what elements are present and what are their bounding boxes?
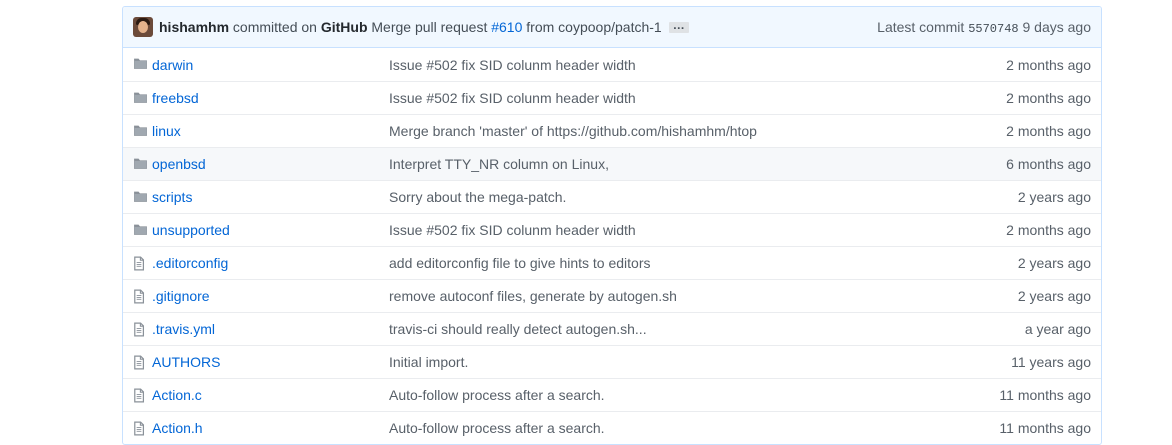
commit-message-link[interactable]: Merge branch 'master' of https://github.… [389,123,757,139]
commit-message-link[interactable]: travis-ci should really detect autogen.s… [389,321,647,337]
commit-age: 2 months ago [1006,56,1091,73]
commit-age: 6 months ago [1006,156,1091,172]
folder-icon [133,124,149,138]
folder-link[interactable]: scripts [152,189,192,205]
file-link[interactable]: AUTHORS [152,354,220,370]
commit-message-link[interactable]: Auto-follow process after a search. [389,387,605,403]
commit-age: 11 months ago [999,387,1091,403]
file-link[interactable]: .editorconfig [152,255,228,271]
file-row[interactable]: AUTHORS Initial import. 11 years ago [123,345,1101,378]
commit-age: 11 months ago [999,420,1091,436]
file-icon [133,355,149,370]
folder-link[interactable]: freebsd [152,90,199,106]
commit-age: 2 years ago [1017,189,1091,205]
folder-icon [133,157,149,171]
folder-link[interactable]: unsupported [152,222,230,238]
file-link[interactable]: Action.c [152,387,202,403]
commit-message-link[interactable]: add editorconfig file to give hints to e… [389,255,651,271]
folder-link[interactable]: darwin [152,57,193,73]
file-link[interactable]: Action.h [152,420,203,436]
file-icon [133,421,149,436]
commit-message-link[interactable]: Initial import. [389,354,468,370]
commit-author-link[interactable]: hishamhm [159,19,229,35]
author-avatar[interactable] [133,17,153,37]
commit-age: 2 years ago [1017,255,1091,271]
committed-text: committed on [232,19,317,35]
folder-icon [133,91,149,105]
commit-message-link[interactable]: Interpret TTY_NR column on Linux, [389,156,609,172]
file-row[interactable]: darwin Issue #502 fix SID colunm header w… [123,48,1101,81]
file-icon [133,289,149,304]
folder-icon [133,57,149,71]
file-icon [133,388,149,403]
commit-sha-link[interactable]: 5570748 [968,22,1018,36]
folder-icon [133,223,149,237]
commit-message-link[interactable]: remove autoconf files, generate by autog… [389,288,677,304]
file-row[interactable]: Action.h Auto-follow process after a sear… [123,411,1101,444]
file-row[interactable]: .travis.yml travis-ci should really detec… [123,312,1101,345]
commit-message-link[interactable]: Auto-follow process after a search. [389,420,605,436]
folder-icon [133,190,149,204]
file-row[interactable]: unsupported Issue #502 fix SID colunm hea… [123,213,1101,246]
file-row[interactable]: openbsd Interpret TTY_NR column on Linux,… [123,147,1101,180]
file-row[interactable]: .editorconfig add editorconfig file to gi… [123,246,1101,279]
latest-commit-label: Latest commit [877,18,965,35]
latest-commit-info: Latest commit 5570748 9 days ago [877,19,1091,36]
file-row[interactable]: freebsd Issue #502 fix SID colunm header … [123,81,1101,114]
commit-message-prefix[interactable]: Merge pull request [371,19,487,35]
file-icon [133,256,149,271]
commit-age: 2 years ago [1017,288,1091,304]
file-link[interactable]: .gitignore [152,288,210,304]
commit-message-link[interactable]: Issue #502 fix SID colunm header width [389,57,636,73]
file-row[interactable]: .gitignore remove autoconf files, generat… [123,279,1101,312]
commit-message-link[interactable]: Issue #502 fix SID colunm header width [389,222,636,238]
folder-link[interactable]: openbsd [152,156,206,172]
expand-commit-message-button[interactable]: … [668,19,689,33]
commit-age: 9 days ago [1022,18,1092,35]
file-row[interactable]: Action.c Auto-follow process after a sear… [123,378,1101,411]
commit-age: 2 months ago [1006,222,1091,238]
commit-age: 11 years ago [1011,354,1091,370]
committer-platform: GitHub [320,19,368,35]
file-link[interactable]: .travis.yml [152,321,215,337]
file-listing: hishamhm committed on GitHub Merge pull … [122,6,1102,445]
pull-request-link[interactable]: #610 [491,19,522,35]
file-row[interactable]: scripts Sorry about the mega-patch. 2 year… [123,180,1101,213]
commit-age: 2 months ago [1006,90,1091,106]
commit-message-link[interactable]: Sorry about the mega-patch. [389,189,566,205]
commit-age: a year ago [1024,321,1091,337]
file-icon [133,322,149,337]
file-row[interactable]: linux Merge branch 'master' of https://gi… [123,114,1101,147]
commit-message-suffix[interactable]: from coypoop/patch-1 [526,19,661,35]
commit-message-link[interactable]: Issue #502 fix SID colunm header width [389,90,636,106]
latest-commit-bar: hishamhm committed on GitHub Merge pull … [123,7,1101,48]
commit-age: 2 months ago [1006,123,1091,139]
folder-link[interactable]: linux [152,123,181,139]
file-rows: darwin Issue #502 fix SID colunm header w… [123,48,1101,444]
